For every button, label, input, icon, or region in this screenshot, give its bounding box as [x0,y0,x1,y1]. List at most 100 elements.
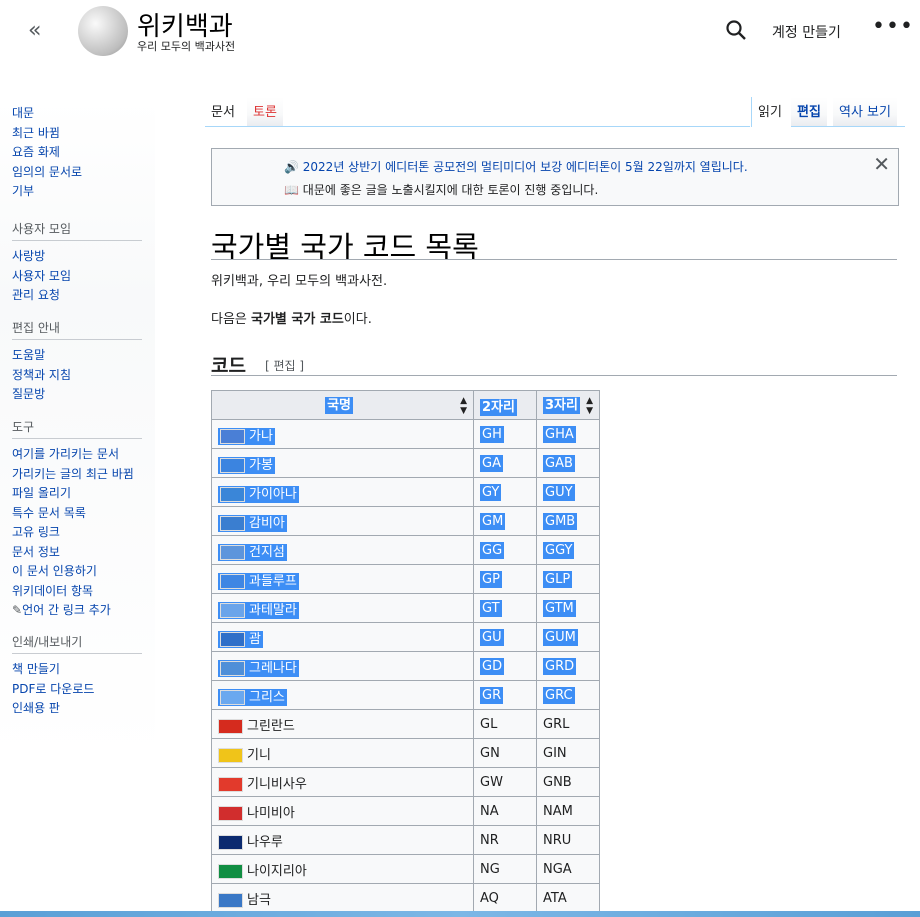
country-selection: 나미비아 [218,805,295,821]
table-row: 남극 AQ ATA [211,883,600,913]
flag-icon [218,834,243,850]
alpha3-code: NRU [543,832,572,848]
sidebar-item-admin-requests[interactable]: 관리 요청 [12,286,142,306]
sidebar-item-page-info[interactable]: 문서 정보 [12,543,142,563]
sidebar-item-create-book[interactable]: 책 만들기 [12,660,142,680]
country-cell: 기니 [211,738,474,768]
country-name-link[interactable]: 가나 [249,429,273,444]
sidebar-item-wikidata-item[interactable]: 위키데이터 항목 [12,582,142,602]
alpha3-code: GNB [543,774,572,790]
flag-icon [220,689,245,705]
country-cell: 가봉 [211,448,474,478]
sidebar-item-printable-version[interactable]: 인쇄용 판 [12,699,142,719]
page-subtitle: 위키백과, 우리 모두의 백과사전. [211,274,388,289]
close-icon[interactable]: ✕ [873,152,890,176]
alpha2-code: NA [480,803,499,819]
sidebar-item-add-interlanguage[interactable]: ✎언어 간 링크 추가 [12,601,142,621]
tab-talk[interactable]: 토론 [247,97,283,126]
country-name-link[interactable]: 괌 [249,632,261,647]
country-selection: 가봉 [218,456,275,474]
alpha2-code: GR [480,686,504,704]
search-icon[interactable] [724,18,748,42]
sidebar-item-permanent-link[interactable]: 고유 링크 [12,523,142,543]
country-name-link[interactable]: 나우루 [247,835,283,850]
alpha2-code: NR [480,832,499,848]
tab-history[interactable]: 역사 보기 [833,97,897,126]
country-name-link[interactable]: 건지섬 [249,545,285,560]
country-name-link[interactable]: 나미비아 [247,806,295,821]
tab-edit[interactable]: 편집 [791,97,827,126]
sidebar-item-special-pages[interactable]: 특수 문서 목록 [12,504,142,524]
site-notice: 🔊 2022년 상반기 에디터톤 공모전의 멀티미디어 보강 에디터톤이 5월 … [211,148,899,206]
collapse-sidebar-icon[interactable]: « [28,18,56,43]
sidebar-item-cite-page[interactable]: 이 문서 인용하기 [12,562,142,582]
section-divider [211,375,897,376]
intro-suffix: 이다. [343,312,372,327]
alpha2-code: GG [480,541,505,559]
sidebar-item-donate[interactable]: 기부 [12,182,142,202]
sidebar-item-recent-changes[interactable]: 최근 바뀜 [12,124,142,144]
flag-icon [218,892,243,908]
flag-icon [220,573,245,589]
alpha2-code: GH [480,425,504,443]
sidebar-main-section: 대문 최근 바뀜 요즘 화제 임의의 문서로 기부 [12,104,142,202]
sidebar-item-download-pdf[interactable]: PDF로 다운로드 [12,680,142,700]
create-account-link[interactable]: 계정 만들기 [772,22,841,42]
flag-icon [220,660,245,676]
alpha3-cell: GNB [536,767,600,797]
alpha2-cell: GT [473,593,537,623]
country-name-link[interactable]: 기니 [247,748,271,763]
section-edit-link[interactable]: [ 편집 ] [265,357,304,374]
alpha3-code: ATA [543,890,567,906]
sidebar-item-community-portal[interactable]: 사용자 모임 [12,267,142,287]
sidebar-item-main-page[interactable]: 대문 [12,104,142,124]
sidebar-heading: 편집 안내 [12,319,142,340]
country-name-link[interactable]: 나이지리아 [247,864,307,879]
column-header-country[interactable]: 국명 ▲ ▼ [211,390,474,420]
page-tabs: 문서 토론 읽기 편집 역사 보기 [205,97,905,127]
alpha3-cell: GRD [536,651,600,681]
notice-text-1[interactable]: 2022년 상반기 에디터톤 공모전의 멀티미디어 보강 에디터톤이 5월 22… [303,160,748,174]
sort-icon[interactable]: ▲ ▼ [586,396,593,416]
alpha2-cell: GA [473,448,537,478]
country-cell: 나이지리아 [211,854,474,884]
sidebar-item-what-links-here[interactable]: 여기를 가리키는 문서 [12,445,142,465]
country-name-link[interactable]: 과들루프 [249,574,297,589]
wikipedia-logo-icon[interactable] [78,6,128,56]
header: « 위키백과 우리 모두의 백과사전 계정 만들기 ••• [0,0,920,70]
country-cell: 나우루 [211,825,474,855]
sidebar-item-policies[interactable]: 정책과 지침 [12,366,142,386]
sidebar-item-random-article[interactable]: 임의의 문서로 [12,163,142,183]
country-name-link[interactable]: 과테말라 [249,603,297,618]
alpha2-code: GL [480,716,498,732]
country-selection: 건지섬 [218,543,287,561]
column-header-alpha3[interactable]: 3자리 ▲ ▼ [536,390,600,420]
sidebar-item-village-pump[interactable]: 사랑방 [12,247,142,267]
column-header-alpha2[interactable]: 2자리 [473,390,537,420]
country-name-link[interactable]: 가이아나 [249,487,297,502]
alpha3-code: GRL [543,716,570,732]
country-name-link[interactable]: 그리스 [249,690,285,705]
table-header-row: 국명 ▲ ▼ 2자리 3자리 ▲ ▼ [211,390,600,420]
flag-icon [220,428,245,444]
alpha3-cell: ATA [536,883,600,913]
more-options-icon[interactable]: ••• [872,14,914,39]
country-name-link[interactable]: 남극 [247,893,271,908]
sidebar-item-help-desk[interactable]: 질문방 [12,385,142,405]
sidebar-item-current-events[interactable]: 요즘 화제 [12,143,142,163]
country-name-link[interactable]: 기니비사우 [247,777,307,792]
country-name-link[interactable]: 가봉 [249,458,273,473]
alpha2-code: GT [480,599,502,617]
sort-icon[interactable]: ▲ ▼ [460,396,467,416]
sidebar-item-related-changes[interactable]: 가리키는 글의 최근 바뀜 [12,465,142,485]
country-name-link[interactable]: 그린란드 [247,719,295,734]
sidebar-heading: 인쇄/내보내기 [12,633,142,654]
sidebar-item-upload-file[interactable]: 파일 올리기 [12,484,142,504]
tab-read[interactable]: 읽기 [751,97,788,127]
country-selection: 괌 [218,630,263,648]
country-name-link[interactable]: 감비아 [249,516,285,531]
country-name-link[interactable]: 그레나다 [249,661,297,676]
notice-text-2[interactable]: 대문에 좋은 글을 노출시킬지에 대한 토론이 진행 중입니다. [303,183,598,197]
sidebar-item-help[interactable]: 도움말 [12,346,142,366]
tab-article[interactable]: 문서 [205,97,241,126]
